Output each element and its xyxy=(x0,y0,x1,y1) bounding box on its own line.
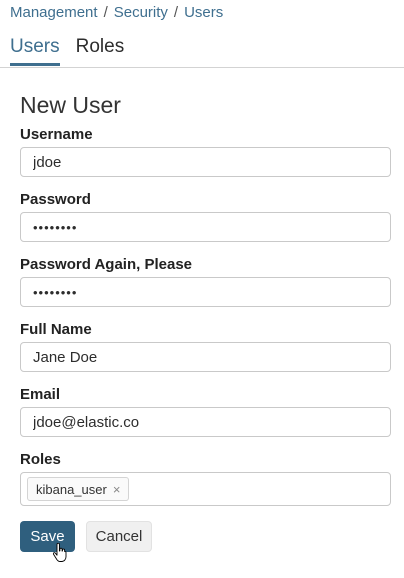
full-name-label: Full Name xyxy=(20,321,92,338)
password-again-input[interactable] xyxy=(20,277,391,307)
password-input[interactable] xyxy=(20,212,391,242)
hand-pointer-icon xyxy=(52,543,67,562)
new-user-page: Management / Security / Users Users Roles Ne… xyxy=(0,0,404,578)
tab-users[interactable]: Users xyxy=(10,34,60,66)
breadcrumb-users[interactable]: Users xyxy=(184,4,223,21)
breadcrumb: Management / Security / Users xyxy=(10,4,223,21)
form-title: New User xyxy=(20,92,121,118)
roles-multiselect[interactable]: kibana_user × xyxy=(20,472,391,506)
password-label: Password xyxy=(20,191,91,208)
email-input[interactable] xyxy=(20,407,391,437)
role-chip-label: kibana_user xyxy=(36,481,107,497)
username-label: Username xyxy=(20,126,93,143)
role-chip: kibana_user × xyxy=(27,477,130,501)
cancel-button[interactable]: Cancel xyxy=(86,521,152,552)
tab-bar: Users Roles xyxy=(10,34,124,68)
full-name-input[interactable] xyxy=(20,342,391,372)
breadcrumb-security[interactable]: Security xyxy=(114,4,168,21)
breadcrumb-separator: / xyxy=(103,4,108,21)
username-input[interactable] xyxy=(20,147,391,177)
roles-label: Roles xyxy=(20,451,61,468)
close-icon[interactable]: × xyxy=(113,482,121,497)
tabs-divider xyxy=(0,67,404,68)
breadcrumb-management[interactable]: Management xyxy=(10,4,98,21)
breadcrumb-separator: / xyxy=(173,4,179,21)
password-again-label: Password Again, Please xyxy=(20,256,193,273)
email-label: Email xyxy=(20,386,61,403)
tab-roles[interactable]: Roles xyxy=(76,34,125,66)
